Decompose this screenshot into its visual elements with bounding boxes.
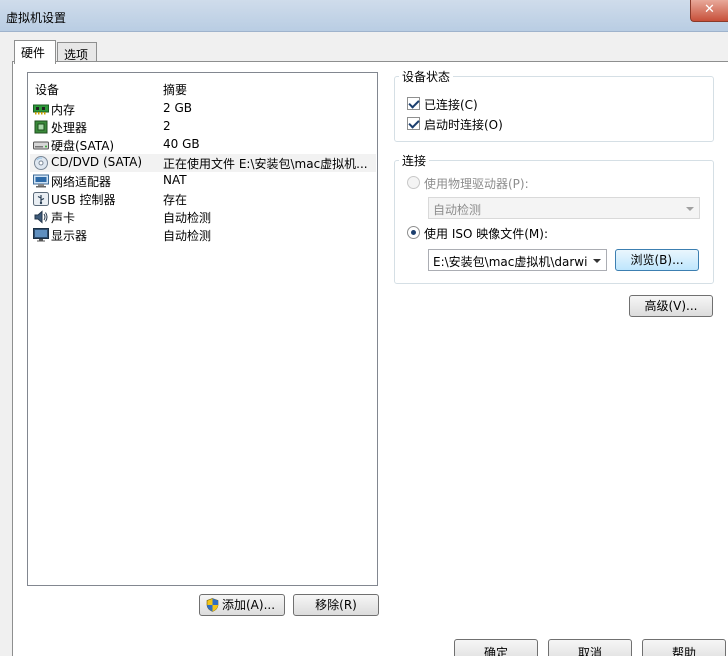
connection-legend: 连接 (399, 152, 430, 169)
chevron-down-icon (593, 259, 601, 263)
device-name: 硬盘(SATA) (51, 139, 115, 153)
connect-on-power-checkbox[interactable] (407, 117, 420, 130)
device-row-network[interactable]: 网络适配器 NAT (30, 172, 376, 190)
chevron-down-icon (686, 207, 694, 211)
device-summary: 正在使用文件 E:\安装包\mac虚拟机... (163, 157, 368, 171)
device-status-legend: 设备状态 (399, 68, 454, 85)
connect-on-power-label: 启动时连接(O) (424, 118, 503, 132)
processor-icon (34, 120, 48, 134)
device-row-cd-dvd[interactable]: CD/DVD (SATA) 正在使用文件 E:\安装包\mac虚拟机... (30, 154, 376, 172)
iso-path-value: E:\安装包\mac虚拟机\darwir (433, 255, 588, 269)
physical-drive-value: 自动检测 (433, 203, 482, 217)
connected-checkbox[interactable] (407, 97, 420, 110)
browse-button[interactable]: 浏览(B)... (615, 249, 699, 271)
remove-device-button[interactable]: 移除(R) (293, 594, 379, 616)
device-list-header: 设备 摘要 (28, 81, 377, 97)
title-bar: 虚拟机设置 ✕ (0, 0, 728, 32)
device-summary: 40 GB (163, 137, 200, 151)
device-row-usb[interactable]: USB 控制器 存在 (30, 190, 376, 208)
close-icon: ✕ (704, 2, 715, 17)
network-adapter-icon (33, 174, 49, 188)
device-name: 声卡 (51, 211, 76, 225)
device-name: 处理器 (51, 121, 88, 135)
physical-drive-label: 使用物理驱动器(P): (424, 177, 529, 191)
ok-button[interactable]: 确定 (454, 639, 538, 656)
physical-drive-select[interactable]: 自动检测 (428, 197, 700, 219)
device-row-processor[interactable]: 处理器 2 (30, 118, 376, 136)
hard-disk-icon (33, 141, 49, 150)
help-button[interactable]: 帮助 (642, 639, 726, 656)
device-summary: 自动检测 (163, 211, 212, 225)
device-summary: 自动检测 (163, 229, 212, 243)
advanced-label: 高级(V)... (644, 299, 698, 313)
uac-shield-icon (206, 598, 219, 612)
usb-icon (33, 192, 49, 206)
remove-device-label: 移除(R) (315, 598, 357, 612)
device-name: 显示器 (51, 229, 88, 243)
device-row-sound[interactable]: 声卡 自动检测 (30, 208, 376, 226)
add-device-button[interactable]: 添加(A)... (199, 594, 285, 616)
dialog-client: 硬件 选项 设备 摘要 内存 2 GB 处理器 2 硬盘(SATA) 40 GB… (0, 32, 728, 656)
iso-path-combo[interactable]: E:\安装包\mac虚拟机\darwir (428, 249, 607, 271)
connected-label: 已连接(C) (424, 98, 478, 112)
device-summary: NAT (163, 173, 187, 187)
close-button[interactable]: ✕ (690, 0, 728, 22)
device-summary: 存在 (163, 193, 188, 207)
iso-image-radio[interactable] (407, 226, 420, 239)
tab-hardware[interactable]: 硬件 (14, 40, 56, 64)
help-label: 帮助 (671, 646, 696, 656)
display-icon (33, 228, 49, 242)
column-summary: 摘要 (163, 83, 188, 97)
device-summary: 2 (163, 119, 171, 133)
cd-dvd-icon (34, 156, 48, 170)
device-list[interactable]: 设备 摘要 内存 2 GB 处理器 2 硬盘(SATA) 40 GB CD/DV (27, 72, 378, 586)
device-row-memory[interactable]: 内存 2 GB (30, 100, 376, 118)
cancel-label: 取消 (577, 646, 602, 656)
device-name: USB 控制器 (51, 193, 116, 207)
iso-image-label: 使用 ISO 映像文件(M): (424, 227, 548, 241)
tab-options-label: 选项 (64, 48, 89, 62)
browse-label: 浏览(B)... (630, 253, 684, 267)
device-name: 内存 (51, 103, 76, 117)
hardware-panel: 设备 摘要 内存 2 GB 处理器 2 硬盘(SATA) 40 GB CD/DV (12, 61, 728, 656)
add-device-label: 添加(A)... (222, 598, 276, 612)
sound-card-icon (34, 210, 48, 224)
advanced-button[interactable]: 高级(V)... (629, 295, 713, 317)
device-name: CD/DVD (SATA) (51, 155, 143, 169)
device-row-display[interactable]: 显示器 自动检测 (30, 226, 376, 244)
memory-icon (33, 104, 49, 115)
device-summary: 2 GB (163, 101, 192, 115)
device-name: 网络适配器 (51, 175, 112, 189)
device-row-hard-disk[interactable]: 硬盘(SATA) 40 GB (30, 136, 376, 154)
physical-drive-radio[interactable] (407, 176, 420, 189)
tab-hardware-label: 硬件 (21, 46, 46, 60)
column-device: 设备 (35, 83, 60, 97)
window-title: 虚拟机设置 (6, 11, 67, 25)
cancel-button[interactable]: 取消 (548, 639, 632, 656)
ok-label: 确定 (483, 646, 508, 656)
